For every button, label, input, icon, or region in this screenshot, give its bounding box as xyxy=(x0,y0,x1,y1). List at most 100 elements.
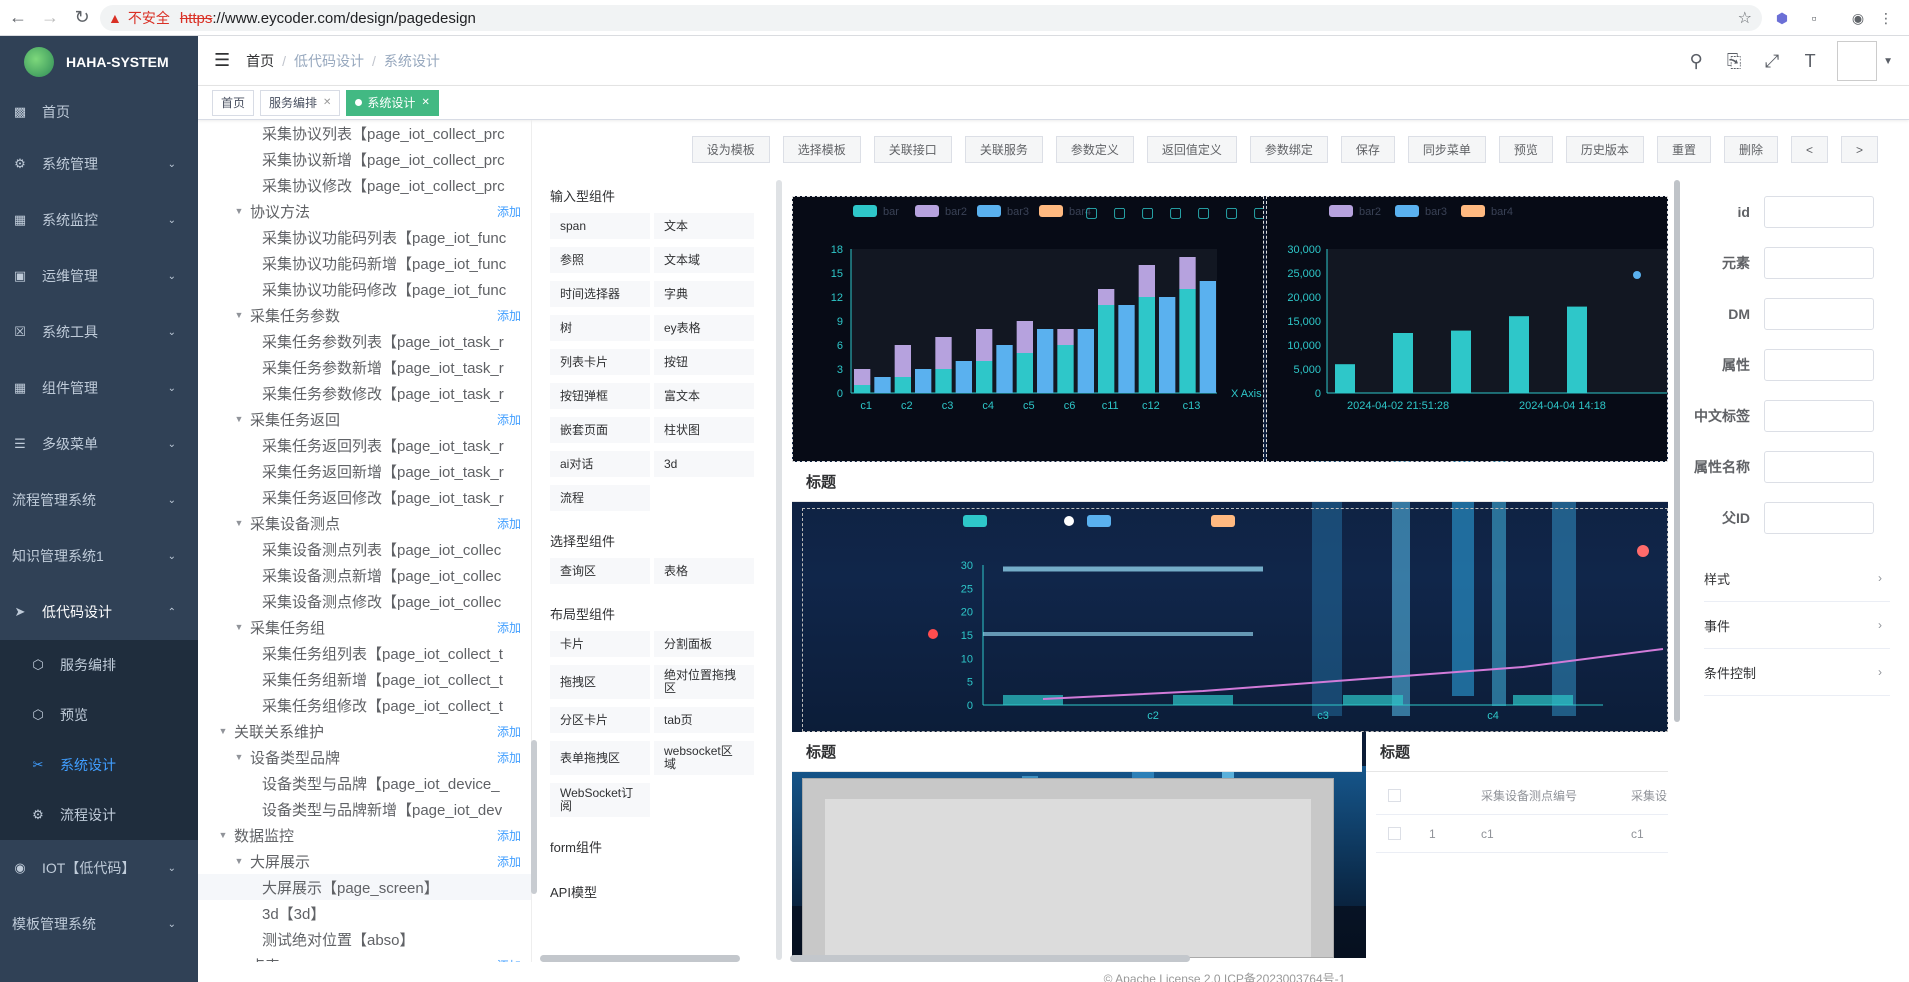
font-size-icon[interactable]: T xyxy=(1791,51,1829,72)
tree-node[interactable]: ▼ 点表 添加 xyxy=(198,952,531,963)
tree-node[interactable]: ▼ 采集设备测点 添加 xyxy=(198,510,531,536)
reload-icon[interactable]: ↻ xyxy=(68,4,96,32)
tree-add-link[interactable]: 添加 xyxy=(497,619,521,636)
component-item[interactable]: 柱状图 xyxy=(654,417,754,443)
component-item[interactable]: 3d xyxy=(654,451,754,477)
tree-add-link[interactable]: 添加 xyxy=(497,827,521,844)
sidebar-item-3[interactable]: ▣ 运维管理 ⌄ xyxy=(0,248,198,304)
tree-node[interactable]: 设备类型与品牌【page_iot_device_ xyxy=(198,770,531,796)
toolbar-button-7[interactable]: 保存 xyxy=(1340,136,1395,163)
tree-node[interactable]: 采集协议功能码列表【page_iot_func xyxy=(198,224,531,250)
tree-node[interactable]: 采集任务参数列表【page_iot_task_r xyxy=(198,328,531,354)
breadcrumb-item[interactable]: 首页 xyxy=(246,53,274,69)
fullscreen-icon[interactable]: ⤢ xyxy=(1753,51,1791,72)
card-panel-bottom-left[interactable]: 标题 xyxy=(792,732,1362,958)
palette-scrollbar[interactable] xyxy=(776,180,782,960)
tree-node[interactable]: 采集任务参数修改【page_iot_task_r xyxy=(198,380,531,406)
component-item[interactable]: 富文本 xyxy=(654,383,754,409)
palette-hscrollbar[interactable] xyxy=(540,955,740,962)
expand-arrow-icon[interactable]: ▼ xyxy=(232,752,246,762)
forward-icon[interactable]: → xyxy=(36,4,64,32)
sidebar-item-0[interactable]: ◉ IOT【低代码】 ⌄ xyxy=(0,840,198,896)
sidebar-item-6[interactable]: ☰ 多级菜单 ⌄ xyxy=(0,416,198,472)
avatar[interactable] xyxy=(1837,41,1878,81)
event-section[interactable]: 事件 › xyxy=(1704,602,1890,649)
close-icon[interactable]: ✕ xyxy=(323,97,331,108)
tag-service[interactable]: 服务编排 ✕ xyxy=(260,89,341,116)
condition-section[interactable]: 条件控制 › xyxy=(1704,649,1890,696)
tree-node[interactable]: 采集协议功能码修改【page_iot_func xyxy=(198,276,531,302)
tree-node[interactable]: ▼ 大屏展示 添加 xyxy=(198,848,531,874)
toolbar-button-8[interactable]: 同步菜单 xyxy=(1407,136,1486,163)
component-item[interactable]: 查询区 xyxy=(550,558,650,584)
toolbar-button-2[interactable]: 关联接口 xyxy=(873,136,952,163)
sidebar-item-1[interactable]: 模板管理系统 ⌄ xyxy=(0,896,198,952)
component-item[interactable]: 时间选择器 xyxy=(550,281,650,307)
component-item[interactable]: 字典 xyxy=(654,281,754,307)
select-all-checkbox[interactable] xyxy=(1388,789,1401,802)
toolbar-button-1[interactable]: 选择模板 xyxy=(782,136,861,163)
toolbar-button-6[interactable]: 参数绑定 xyxy=(1249,136,1328,163)
tree-node[interactable]: 设备类型与品牌新增【page_iot_dev xyxy=(198,796,531,822)
component-item[interactable]: 绝对位置拖拽区 xyxy=(654,665,754,699)
expand-arrow-icon[interactable]: ▼ xyxy=(232,310,246,320)
component-item[interactable]: 分割面板 xyxy=(654,631,754,657)
profile-icon[interactable]: ◉ xyxy=(1848,8,1868,28)
toolbar-button-0[interactable]: 设为模板 xyxy=(691,136,770,163)
component-item[interactable]: websocket区域 xyxy=(654,741,754,775)
close-icon[interactable]: ✕ xyxy=(421,97,429,108)
chart-toolbox-icon[interactable]: ▢ xyxy=(1197,204,1210,220)
more-icon[interactable]: ⋮ xyxy=(1876,8,1896,28)
address-bar[interactable]: ▲ 不安全 https://www.eycoder.com/design/pag… xyxy=(100,5,1762,31)
sidebar-item-5[interactable]: ▦ 组件管理 ⌄ xyxy=(0,360,198,416)
document-icon[interactable]: ⎘ xyxy=(1715,51,1753,72)
canvas-hscrollbar[interactable] xyxy=(790,955,1190,962)
tree-add-link[interactable]: 添加 xyxy=(497,853,521,870)
style-section[interactable]: 样式 › xyxy=(1704,555,1890,602)
expand-arrow-icon[interactable]: ▼ xyxy=(216,830,230,840)
search-icon[interactable]: ⚲ xyxy=(1677,51,1715,72)
tree-node[interactable]: 采集协议功能码新增【page_iot_func xyxy=(198,250,531,276)
sidebar-item-0[interactable]: ▩ 首页 xyxy=(0,88,198,136)
component-item[interactable]: 列表卡片 xyxy=(550,349,650,375)
component-item[interactable]: 表单拖拽区 xyxy=(550,741,650,775)
caret-down-icon[interactable]: ▼ xyxy=(1883,56,1893,67)
property-input[interactable] xyxy=(1764,246,1874,279)
tree-node[interactable]: 采集任务组新增【page_iot_collect_t xyxy=(198,666,531,692)
sidebar-item-9[interactable]: ➤ 低代码设计 ⌃ xyxy=(0,584,198,640)
property-input[interactable] xyxy=(1764,297,1874,330)
tree-node[interactable]: 采集任务返回新增【page_iot_task_r xyxy=(198,458,531,484)
component-item[interactable]: 文本 xyxy=(654,213,754,239)
tree-add-link[interactable]: 添加 xyxy=(497,203,521,220)
extension2-icon[interactable]: ▫ xyxy=(1804,8,1824,28)
tree-add-link[interactable]: 添加 xyxy=(497,307,521,324)
expand-arrow-icon[interactable]: ▼ xyxy=(216,726,230,736)
tree-node[interactable]: 采集设备测点修改【page_iot_collec xyxy=(198,588,531,614)
sidebar-item-2[interactable]: ✂ 系统设计 xyxy=(0,740,198,790)
tree-node[interactable]: 采集任务参数新增【page_iot_task_r xyxy=(198,354,531,380)
toolbar-button-14[interactable]: > xyxy=(1840,136,1878,163)
component-item[interactable]: ey表格 xyxy=(654,315,754,341)
bookmark-star-icon[interactable]: ☆ xyxy=(1738,8,1752,28)
toolbar-button-9[interactable]: 预览 xyxy=(1498,136,1553,163)
extension-icon[interactable]: ⬢ xyxy=(1772,8,1792,28)
expand-arrow-icon[interactable]: ▼ xyxy=(232,960,246,962)
hamburger-icon[interactable]: ☰ xyxy=(214,50,230,71)
component-item[interactable]: 参照 xyxy=(550,247,650,273)
drag-area[interactable]: 0 5 10 15 20 25 30 c2 c3 c4 xyxy=(802,508,1668,732)
tree-node[interactable]: ▼ 采集任务组 添加 xyxy=(198,614,531,640)
breadcrumb-item[interactable]: 低代码设计 xyxy=(294,53,364,69)
app-logo[interactable]: HAHA-SYSTEM xyxy=(0,36,198,88)
toolbar-button-11[interactable]: 重置 xyxy=(1656,136,1711,163)
property-input[interactable] xyxy=(1764,195,1874,228)
tree-node[interactable]: 采集任务组修改【page_iot_collect_t xyxy=(198,692,531,718)
component-item[interactable]: span xyxy=(550,213,650,239)
expand-arrow-icon[interactable]: ▼ xyxy=(232,206,246,216)
toolbar-button-12[interactable]: 删除 xyxy=(1723,136,1778,163)
component-item[interactable]: 表格 xyxy=(654,558,754,584)
tree-add-link[interactable]: 添加 xyxy=(497,411,521,428)
tree-node[interactable]: ▼ 数据监控 添加 xyxy=(198,822,531,848)
tree-scrollbar[interactable] xyxy=(531,740,537,894)
chart-toolbox-icon[interactable]: ▢ xyxy=(1085,204,1098,220)
property-input[interactable] xyxy=(1764,450,1874,483)
